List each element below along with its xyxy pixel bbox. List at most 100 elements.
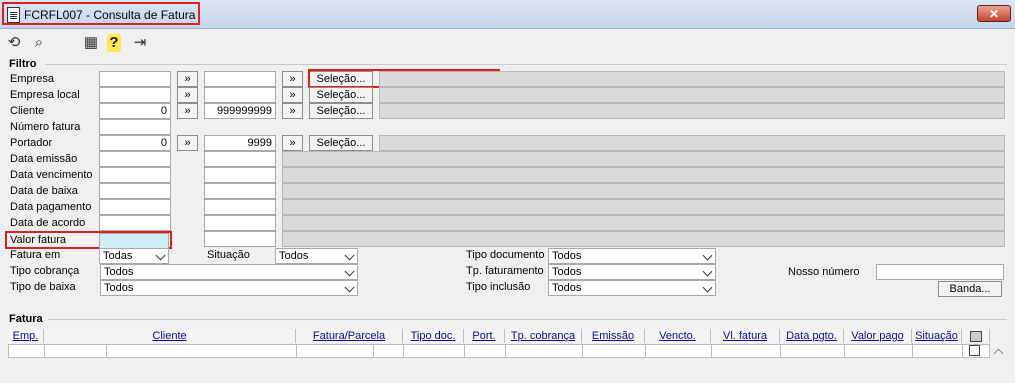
label-tipo-cobranca: Tipo cobrança <box>10 265 80 277</box>
label-numero-fatura: Número fatura <box>10 121 81 133</box>
banda-button[interactable]: Banda... <box>938 281 1002 297</box>
empresa-local-selecao-button[interactable]: Seleção... <box>309 87 373 103</box>
portador-selecao-button[interactable]: Seleção... <box>309 135 373 151</box>
empresa-arrow2-button[interactable]: » <box>282 71 303 87</box>
label-situacao: Situação <box>207 249 250 261</box>
data-emissao-de-input[interactable] <box>99 151 171 167</box>
col-cliente[interactable]: Cliente <box>44 329 296 343</box>
portador-desc-field <box>379 135 1005 151</box>
col-port[interactable]: Port. <box>464 329 505 343</box>
situacao-select[interactable]: Todos <box>275 248 358 264</box>
numero-fatura-input[interactable] <box>99 119 171 135</box>
col-fatura-parcela[interactable]: Fatura/Parcela <box>296 329 403 343</box>
fatura-em-value: Todas <box>103 250 133 262</box>
tp-faturamento-select[interactable]: Todos <box>548 264 716 280</box>
cell-fatura <box>297 345 374 357</box>
table-row[interactable] <box>8 344 990 358</box>
cliente-ate-input[interactable]: 999999999 <box>204 103 276 119</box>
label-tp-faturamento: Tp. faturamento <box>466 265 544 277</box>
chevron-down-icon <box>344 266 355 277</box>
chevron-down-icon <box>155 250 166 261</box>
label-tipo-documento: Tipo documento <box>466 249 545 261</box>
col-situacao[interactable]: Situação <box>912 329 962 343</box>
tipo-cobranca-select[interactable]: Todos <box>100 264 358 280</box>
empresa-local-ate-input[interactable] <box>204 87 276 103</box>
col-emissao[interactable]: Emissão <box>582 329 645 343</box>
data-baixa-de-input[interactable] <box>99 183 171 199</box>
search-icon[interactable]: ⌕ <box>30 34 48 52</box>
col-vl-fatura[interactable]: Vl. fatura <box>711 329 780 343</box>
cell-data-pgto <box>781 345 845 357</box>
col-valor-pago[interactable]: Valor pago <box>844 329 912 343</box>
exit-icon[interactable]: ⇥ <box>131 34 149 52</box>
checkbox-icon[interactable] <box>969 331 982 342</box>
fatura-em-select[interactable]: Todas <box>99 248 169 264</box>
cliente-desc-field <box>379 103 1005 119</box>
nosso-numero-input[interactable] <box>876 264 1004 280</box>
col-data-pgto[interactable]: Data pgto. <box>780 329 844 343</box>
tipo-inclusao-value: Todos <box>552 282 582 294</box>
title-highlight <box>2 2 200 25</box>
label-data-emissao: Data emissão <box>10 153 78 165</box>
filtro-divider <box>45 64 1007 65</box>
cell-vl-fatura <box>712 345 781 357</box>
valor-fatura-ate-input[interactable] <box>204 231 276 247</box>
chevron-down-icon <box>702 266 713 277</box>
label-cliente: Cliente <box>10 105 45 117</box>
vertical-scrollbar[interactable] <box>990 344 1007 383</box>
empresa-local-arrow-button[interactable]: » <box>177 87 198 103</box>
cell-situacao <box>913 345 963 357</box>
valor-fatura-de-input[interactable] <box>99 233 169 249</box>
cell-parcela <box>374 345 404 357</box>
col-select-all[interactable] <box>962 329 990 343</box>
cell-port <box>465 345 506 357</box>
data-acordo-de-input[interactable] <box>99 215 171 231</box>
data-pagamento-de-input[interactable] <box>99 199 171 215</box>
cliente-selecao-button[interactable]: Seleção... <box>309 103 373 119</box>
data-acordo-ate-input[interactable] <box>204 215 276 231</box>
cell-cliente-code <box>45 345 107 357</box>
col-emp[interactable]: Emp. <box>8 329 44 343</box>
refresh-icon[interactable]: ⟲ <box>5 34 23 52</box>
data-baixa-bar <box>282 183 1005 199</box>
portador-arrow2-button[interactable]: » <box>282 135 303 151</box>
data-acordo-bar <box>282 215 1005 231</box>
cliente-de-input[interactable]: 0 <box>99 103 171 119</box>
tipo-inclusao-select[interactable]: Todos <box>548 280 716 296</box>
data-emissao-ate-input[interactable] <box>204 151 276 167</box>
col-vencto[interactable]: Vencto. <box>645 329 711 343</box>
label-empresa: Empresa <box>10 73 55 85</box>
scroll-up-icon[interactable] <box>993 348 1004 359</box>
fatura-label: Fatura <box>9 313 43 325</box>
situacao-value: Todos <box>279 250 309 262</box>
fatura-divider <box>48 319 1007 320</box>
empresa-de-input[interactable] <box>99 71 171 87</box>
cliente-arrow2-button[interactable]: » <box>282 103 303 119</box>
label-data-vencimento: Data vencimento <box>10 169 93 181</box>
chevron-down-icon <box>702 250 713 261</box>
fatura-grid-header: Emp. Cliente Fatura/Parcela Tipo doc. Po… <box>8 329 990 343</box>
data-baixa-ate-input[interactable] <box>204 183 276 199</box>
col-tipo-doc[interactable]: Tipo doc. <box>403 329 464 343</box>
empresa-local-arrow2-button[interactable]: » <box>282 87 303 103</box>
tipo-baixa-value: Todos <box>104 282 134 294</box>
data-vencimento-de-input[interactable] <box>99 167 171 183</box>
tipo-documento-select[interactable]: Todos <box>548 248 716 264</box>
close-button[interactable]: ✕ <box>977 5 1011 22</box>
portador-ate-input[interactable]: 9999 <box>204 135 276 151</box>
empresa-arrow-button[interactable]: » <box>177 71 198 87</box>
portador-arrow-button[interactable]: » <box>177 135 198 151</box>
empresa-ate-input[interactable] <box>204 71 276 87</box>
tipo-baixa-select[interactable]: Todos <box>100 280 358 296</box>
col-tp-cobranca[interactable]: Tp. cobrança <box>505 329 582 343</box>
data-pagamento-ate-input[interactable] <box>204 199 276 215</box>
cell-tipo-doc <box>404 345 465 357</box>
cliente-arrow-button[interactable]: » <box>177 103 198 119</box>
row-checkbox[interactable] <box>969 345 980 356</box>
data-vencimento-ate-input[interactable] <box>204 167 276 183</box>
help-icon[interactable]: ? <box>107 34 121 52</box>
portador-de-input[interactable]: 0 <box>99 135 171 151</box>
empresa-local-de-input[interactable] <box>99 87 171 103</box>
calculator-icon[interactable]: ▦ <box>82 34 100 52</box>
empresa-desc-field <box>379 71 1005 87</box>
